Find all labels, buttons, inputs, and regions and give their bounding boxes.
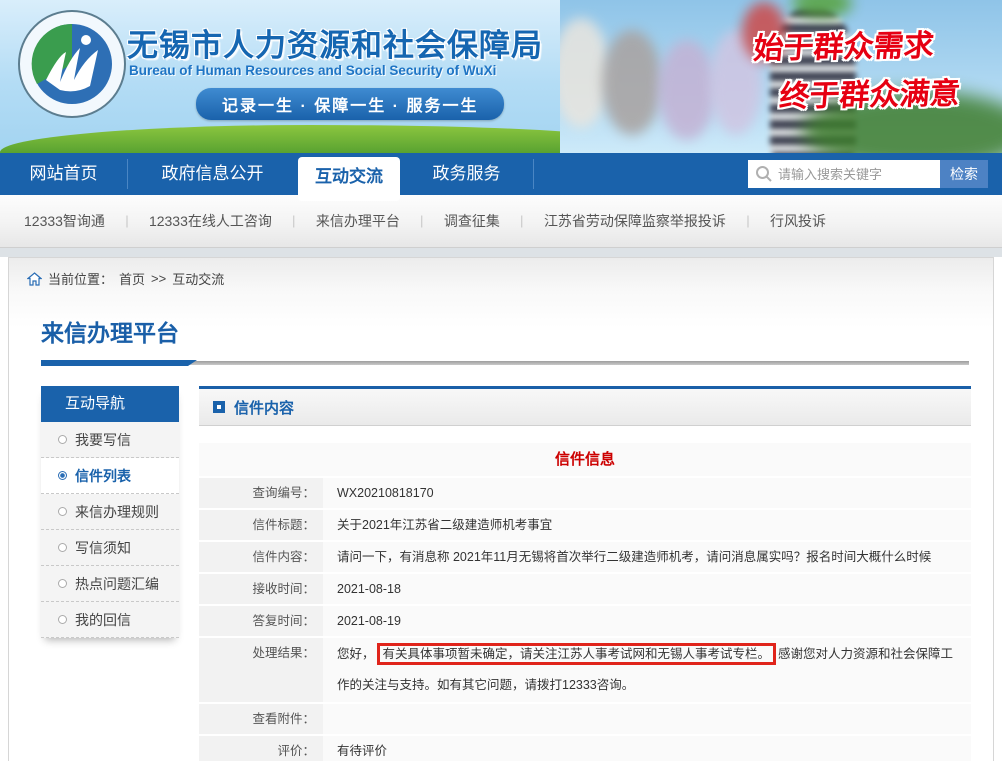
- result-prefix: 您好，: [337, 647, 375, 661]
- breadcrumb-current-link[interactable]: 互动交流: [172, 269, 224, 288]
- title-rule-blue: [41, 360, 197, 366]
- row-value-received-date: 2021-08-18: [323, 574, 971, 604]
- row-value-result: 您好，有关具体事项暂未确定，请关注江苏人事考试网和无锡人事考试专栏。感谢您对人力…: [323, 638, 971, 702]
- subnav-separator: ｜: [121, 213, 133, 230]
- row-label-reply-date: 答复时间：: [199, 606, 323, 636]
- banner-photo: 始于群众需求 终于群众满意: [560, 0, 1002, 153]
- banner-slogan: 记录一生 · 保障一生 · 服务一生: [196, 88, 504, 120]
- sidebar-item-label: 来信办理规则: [75, 494, 159, 530]
- table-title: 信件信息: [199, 443, 971, 476]
- subnav-item-12333-online[interactable]: 12333在线人工咨询: [149, 211, 272, 231]
- subnav-item-conduct-complaint[interactable]: 行风投诉: [770, 211, 826, 231]
- row-value-attachment: [323, 704, 971, 734]
- photo-figure-decor: [658, 40, 716, 140]
- section-header: 信件内容: [199, 386, 971, 426]
- subnav-item-survey[interactable]: 调查征集: [444, 211, 500, 231]
- letter-info-table: 信件信息 查询编号： WX20210818170 信件标题： 关于2021年江苏…: [199, 443, 971, 761]
- table-row: 信件标题： 关于2021年江苏省二级建造师机考事宜: [199, 510, 971, 540]
- sidebar-item-letter-list[interactable]: 信件列表: [41, 458, 179, 494]
- breadcrumb: 当前位置： 首页 >> 互动交流: [27, 269, 224, 288]
- sidebar-item-hot-questions[interactable]: 热点问题汇编: [41, 566, 179, 602]
- org-name-cn: 无锡市人力资源和社会保障局: [127, 20, 543, 65]
- subnav-separator: ｜: [516, 213, 528, 230]
- banner-motto-line2: 终于群众满意: [778, 68, 962, 115]
- sidebar-item-label: 我要写信: [75, 422, 131, 458]
- radio-circle-icon: [58, 615, 67, 624]
- row-label-letter-title: 信件标题：: [199, 510, 323, 540]
- page: 无锡市人力资源和社会保障局 Bureau of Human Resources …: [0, 0, 1002, 761]
- nav-item-home[interactable]: 网站首页: [0, 153, 127, 195]
- breadcrumb-label: 当前位置：: [48, 269, 113, 288]
- section-title: 信件内容: [234, 397, 294, 418]
- sidebar-item-writing-notice[interactable]: 写信须知: [41, 530, 179, 566]
- radio-circle-icon: [58, 543, 67, 552]
- table-row: 查询编号： WX20210818170: [199, 478, 971, 508]
- row-value-letter-title: 关于2021年江苏省二级建造师机考事宜: [323, 510, 971, 540]
- letter-content-panel: 信件内容 信件信息 查询编号： WX20210818170 信件标题： 关于20…: [199, 386, 971, 761]
- org-name-en: Bureau of Human Resources and Social Sec…: [129, 63, 496, 78]
- photo-figure-decor: [602, 30, 662, 135]
- row-value-letter-content: 请问一下，有消息称 2021年11月无锡将首次举行二级建造师机考，请问消息属实吗…: [323, 542, 971, 572]
- subnav-separator: ｜: [742, 213, 754, 230]
- subnav-separator: ｜: [416, 213, 428, 230]
- sidebar-item-label: 我的回信: [75, 602, 131, 638]
- banner-grass-decor: [0, 125, 620, 153]
- site-search: 检索: [748, 160, 988, 188]
- sidebar-interaction-nav: 互动导航 我要写信 信件列表 来信办理规则 写信须知 热点问题汇编: [41, 386, 179, 638]
- sidebar-item-label: 信件列表: [75, 458, 131, 494]
- nav-item-interaction[interactable]: 互动交流: [298, 157, 400, 201]
- radio-circle-icon: [58, 579, 67, 588]
- table-row: 评价： 有待评价: [199, 736, 971, 761]
- square-bullet-icon: [213, 401, 225, 413]
- row-label-letter-content: 信件内容：: [199, 542, 323, 572]
- page-title: 来信办理平台: [41, 314, 179, 348]
- content-container: 当前位置： 首页 >> 互动交流 来信办理平台 互动导航 我要写信 信件列表 来…: [8, 257, 994, 761]
- sidebar-item-label: 写信须知: [75, 530, 131, 566]
- sidebar-item-label: 热点问题汇编: [75, 566, 159, 602]
- row-value-rating: 有待评价: [323, 736, 971, 761]
- row-label-result: 处理结果：: [199, 638, 323, 702]
- divider-band: [0, 248, 1002, 257]
- sidebar-title: 互动导航: [41, 386, 179, 422]
- row-value-reply-date: 2021-08-19: [323, 606, 971, 636]
- sidebar-item-handling-rules[interactable]: 来信办理规则: [41, 494, 179, 530]
- main-nav: 网站首页 政府信息公开 互动交流 政务服务 检索: [0, 153, 1002, 195]
- sidebar-item-write-letter[interactable]: 我要写信: [41, 422, 179, 458]
- nav-item-services[interactable]: 政务服务: [400, 153, 533, 195]
- radio-circle-icon: [58, 435, 67, 444]
- table-row: 接收时间： 2021-08-18: [199, 574, 971, 604]
- search-button[interactable]: 检索: [940, 160, 988, 188]
- subnav-item-letter-platform[interactable]: 来信办理平台: [316, 211, 400, 231]
- nav-divider: [533, 159, 534, 189]
- row-label-attachment: 查看附件：: [199, 704, 323, 734]
- breadcrumb-home-link[interactable]: 首页: [119, 269, 145, 288]
- nav-item-gov-info[interactable]: 政府信息公开: [128, 153, 297, 195]
- result-highlight-box: 有关具体事项暂未确定，请关注江苏人事考试网和无锡人事考试专栏。: [377, 643, 777, 665]
- row-label-received-date: 接收时间：: [199, 574, 323, 604]
- radio-circle-icon: [58, 507, 67, 516]
- sub-nav: 12333智询通 ｜ 12333在线人工咨询 ｜ 来信办理平台 ｜ 调查征集 ｜…: [0, 195, 1002, 248]
- table-row: 查看附件：: [199, 704, 971, 734]
- sidebar-item-my-replies[interactable]: 我的回信: [41, 602, 179, 638]
- radio-circle-icon: [58, 471, 67, 480]
- home-icon: [27, 272, 42, 286]
- search-input[interactable]: [748, 160, 940, 188]
- table-row: 信件内容： 请问一下，有消息称 2021年11月无锡将首次举行二级建造师机考，请…: [199, 542, 971, 572]
- subnav-item-labor-supervision[interactable]: 江苏省劳动保障监察举报投诉: [544, 211, 726, 231]
- breadcrumb-separator: >>: [151, 271, 166, 286]
- banner-motto-line1: 始于群众需求: [752, 20, 936, 67]
- row-label-query-number: 查询编号：: [199, 478, 323, 508]
- table-row-result: 处理结果： 您好，有关具体事项暂未确定，请关注江苏人事考试网和无锡人事考试专栏。…: [199, 638, 971, 702]
- search-icon: [755, 165, 773, 183]
- bureau-logo: [16, 8, 128, 120]
- site-banner: 无锡市人力资源和社会保障局 Bureau of Human Resources …: [0, 0, 1002, 153]
- row-value-query-number: WX20210818170: [323, 478, 971, 508]
- row-label-rating: 评价：: [199, 736, 323, 761]
- table-row: 答复时间： 2021-08-19: [199, 606, 971, 636]
- bureau-logo-icon: [16, 8, 128, 120]
- subnav-separator: ｜: [288, 213, 300, 230]
- subnav-item-12333-zhixuntong[interactable]: 12333智询通: [24, 211, 105, 231]
